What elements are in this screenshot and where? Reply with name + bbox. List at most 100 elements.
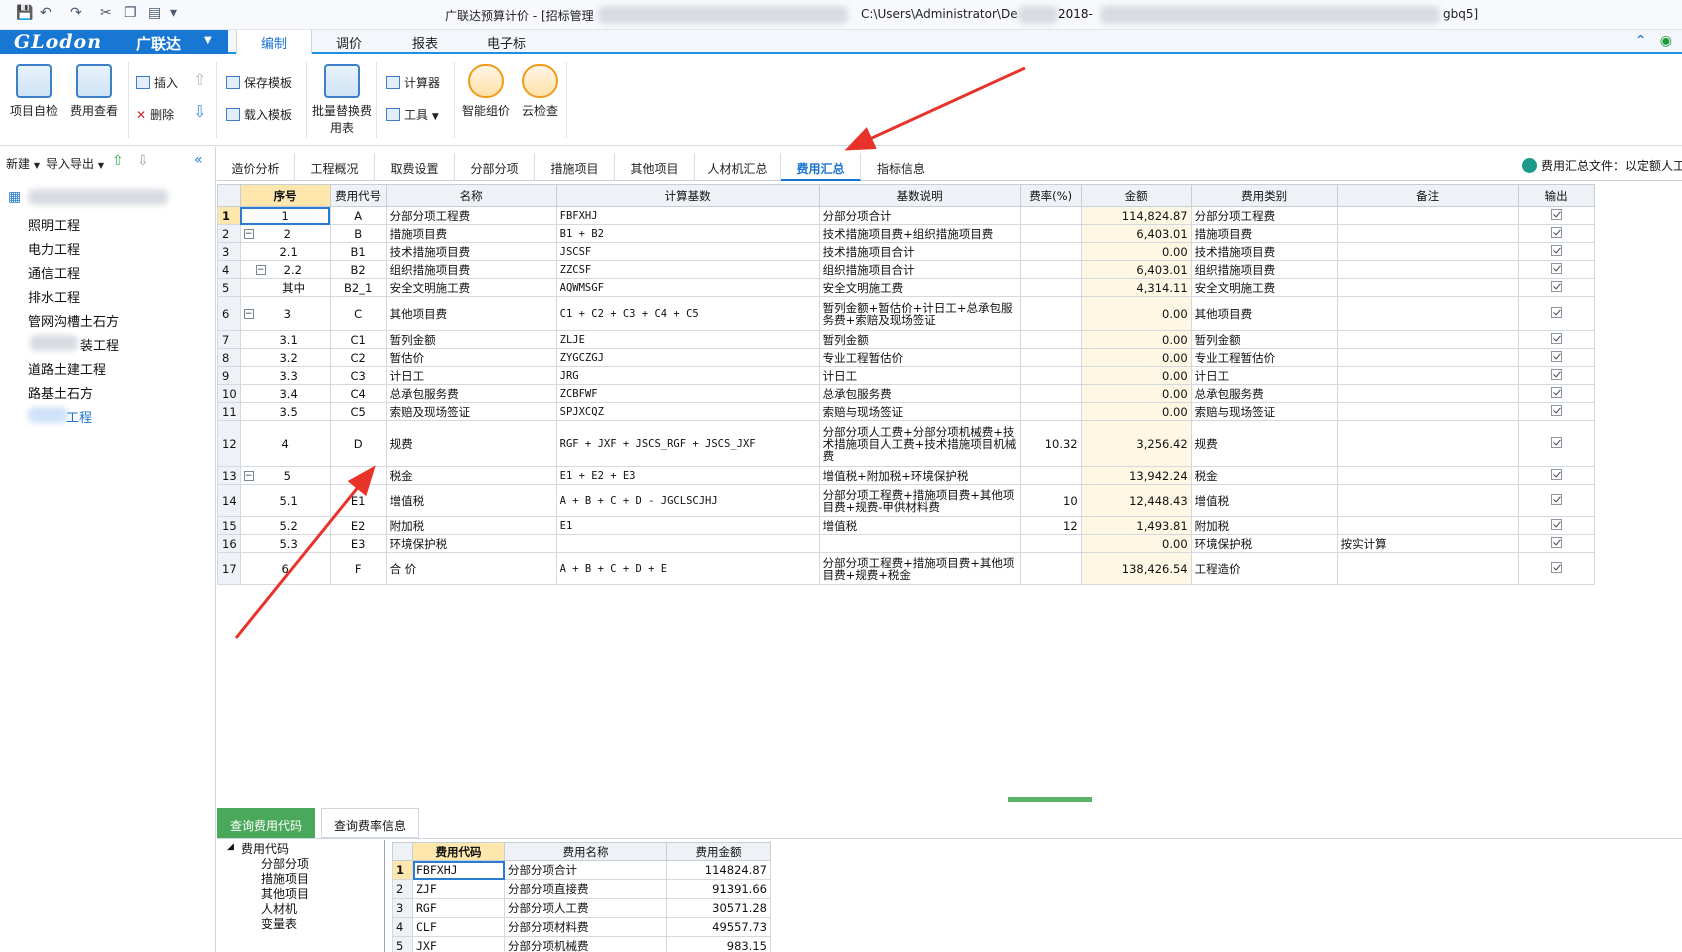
category-cell[interactable]: 暂列金额 — [1190, 330, 1338, 349]
base-cell[interactable]: A + B + C + D - JGCLSCJHJ — [555, 484, 820, 517]
base-cell[interactable]: AQWMSGF — [555, 278, 820, 297]
note-cell[interactable] — [1336, 242, 1519, 261]
seq-cell[interactable]: 2.1 — [239, 242, 331, 261]
amount-cell[interactable]: 138,426.54 — [1080, 552, 1192, 585]
name-cell[interactable]: 环境保护税 — [385, 534, 557, 553]
insert-button[interactable]: 插入 — [136, 74, 178, 91]
code-cell[interactable]: C4 — [329, 384, 387, 403]
fee-code-cell[interactable]: JXF — [412, 936, 505, 952]
redo-icon[interactable]: ↷ — [70, 5, 82, 21]
note-cell[interactable]: 按实计算 — [1336, 534, 1519, 553]
note-cell[interactable] — [1336, 260, 1519, 279]
row-number-cell[interactable]: 10 — [217, 384, 241, 403]
base-cell[interactable]: E1 — [555, 516, 820, 535]
seq-cell[interactable]: −2 — [239, 224, 331, 243]
desc-cell[interactable]: 增值税 — [818, 516, 1021, 535]
fee-name-cell[interactable]: 分部分项机械费 — [504, 936, 667, 952]
header-code[interactable]: 费用代号 — [329, 184, 387, 207]
seq-cell[interactable]: 3.3 — [239, 366, 331, 385]
smart-price-button[interactable]: 智能组价 — [456, 64, 516, 119]
name-cell[interactable]: 其他项目费 — [385, 296, 557, 331]
base-cell[interactable]: ZZCSF — [555, 260, 820, 279]
seq-cell[interactable]: 5.2 — [239, 516, 331, 535]
move-down-icon[interactable]: ⇩ — [193, 102, 206, 121]
row-number-cell[interactable]: 1 — [217, 206, 241, 225]
header-output[interactable]: 输出 — [1517, 184, 1595, 207]
category-cell[interactable]: 措施项目费 — [1190, 224, 1338, 243]
load-template-button[interactable]: 载入模板 — [226, 106, 292, 123]
base-cell[interactable]: A + B + C + D + E — [555, 552, 820, 585]
output-checkbox[interactable] — [1550, 209, 1562, 220]
name-cell[interactable]: 增值税 — [385, 484, 557, 517]
note-cell[interactable] — [1336, 484, 1519, 517]
collapse-toggle-icon[interactable]: − — [243, 309, 254, 319]
header-amount[interactable]: 金额 — [1080, 184, 1192, 207]
code-cell[interactable]: E2 — [329, 516, 387, 535]
rate-cell[interactable] — [1019, 552, 1082, 585]
header-desc[interactable]: 基数说明 — [818, 184, 1021, 207]
rate-cell[interactable] — [1019, 260, 1082, 279]
row-number-cell[interactable]: 4 — [217, 260, 241, 279]
seq-cell[interactable]: − 2.2 — [239, 260, 331, 279]
note-cell[interactable] — [1336, 366, 1519, 385]
output-checkbox[interactable] — [1550, 281, 1562, 292]
desc-cell[interactable]: 索赔与现场签证 — [818, 402, 1021, 421]
save-icon[interactable]: 💾 — [16, 5, 33, 21]
output-checkbox[interactable] — [1550, 405, 1562, 416]
header-fee-amount[interactable]: 费用金额 — [666, 842, 771, 861]
move-up-icon[interactable]: ⇧ — [193, 70, 206, 89]
desc-cell[interactable]: 技术措施项目费+组织措施项目费 — [818, 224, 1021, 243]
header-note[interactable]: 备注 — [1336, 184, 1519, 207]
row-number-cell[interactable]: 16 — [217, 534, 241, 553]
code-cell[interactable]: C — [329, 296, 387, 331]
amount-cell[interactable]: 1,493.81 — [1080, 516, 1192, 535]
row-number-cell[interactable]: 5 — [217, 278, 241, 297]
output-checkbox[interactable] — [1550, 227, 1562, 238]
header-fee-name[interactable]: 费用名称 — [504, 842, 667, 861]
category-cell[interactable]: 规费 — [1190, 420, 1338, 467]
import-export-button[interactable]: 导入导出 ▼ — [46, 155, 104, 172]
code-cell[interactable] — [329, 466, 387, 485]
rate-cell[interactable] — [1019, 466, 1082, 485]
note-cell[interactable] — [1336, 278, 1519, 297]
seq-cell[interactable]: 4 — [239, 420, 331, 467]
amount-cell[interactable]: 0.00 — [1080, 402, 1192, 421]
row-number-cell[interactable]: 15 — [217, 516, 241, 535]
table-row[interactable]: 2 ZJF 分部分项直接费 91391.66 — [392, 879, 771, 899]
collapse-ribbon-icon[interactable]: ⌃ — [1635, 33, 1647, 49]
app-logo[interactable]: GLodon 广联达 ▼ — [0, 30, 228, 54]
rate-cell[interactable] — [1019, 366, 1082, 385]
fee-amount-cell[interactable]: 49557.73 — [666, 917, 771, 937]
tab-labor-material-machine[interactable]: 人材机汇总 — [695, 153, 781, 181]
tab-fee-summary[interactable]: 费用汇总 — [781, 153, 861, 181]
desc-cell[interactable]: 增值税+附加税+环境保护税 — [818, 466, 1021, 485]
code-cell[interactable]: F — [329, 552, 387, 585]
note-cell[interactable] — [1336, 466, 1519, 485]
table-row[interactable]: 12 4 D 规费 RGF + JXF + JSCS_RGF + JSCS_JXF 分部分… — [217, 420, 1595, 467]
name-cell[interactable]: 索赔及现场签证 — [385, 402, 557, 421]
desc-cell[interactable]: 总承包服务费 — [818, 384, 1021, 403]
rate-cell[interactable]: 12 — [1019, 516, 1082, 535]
category-cell[interactable]: 总承包服务费 — [1190, 384, 1338, 403]
move-up-icon[interactable]: ⇧ — [112, 153, 124, 169]
tab-fee-settings[interactable]: 取费设置 — [375, 153, 455, 181]
tree-expand-icon[interactable]: ◢ — [227, 842, 234, 852]
rate-cell[interactable] — [1019, 242, 1082, 261]
seq-cell[interactable]: 1 — [239, 206, 331, 225]
tree-item[interactable]: 道路土建工程 — [28, 359, 106, 378]
name-cell[interactable]: 税金 — [385, 466, 557, 485]
move-down-icon[interactable]: ⇩ — [137, 153, 149, 169]
table-row[interactable]: 4−2.2 B2 组织措施项目费 ZZCSF 组织措施项目合计 6,403.01 组织措施项… — [217, 260, 1595, 279]
output-checkbox[interactable] — [1550, 387, 1562, 398]
tab-query-fee-code[interactable]: 查询费用代码 — [217, 808, 316, 838]
customize-icon[interactable]: ▾ — [170, 5, 177, 21]
amount-cell[interactable]: 4,314.11 — [1080, 278, 1192, 297]
code-cell[interactable]: E3 — [329, 534, 387, 553]
tools-button[interactable]: 工具 ▼ — [386, 106, 439, 123]
amount-cell[interactable]: 0.00 — [1080, 296, 1192, 331]
table-row[interactable]: 2−2 B 措施项目费 B1 + B2 技术措施项目费+组织措施项目费 6,403.01 措… — [217, 224, 1595, 243]
category-cell[interactable]: 技术措施项目费 — [1190, 242, 1338, 261]
tree-item[interactable]: 路基土石方 — [28, 383, 93, 402]
note-cell[interactable] — [1336, 348, 1519, 367]
table-row[interactable]: 5 其中 B2_1 安全文明施工费 AQWMSGF 安全文明施工费 4,314.11 安全文明… — [217, 278, 1595, 297]
